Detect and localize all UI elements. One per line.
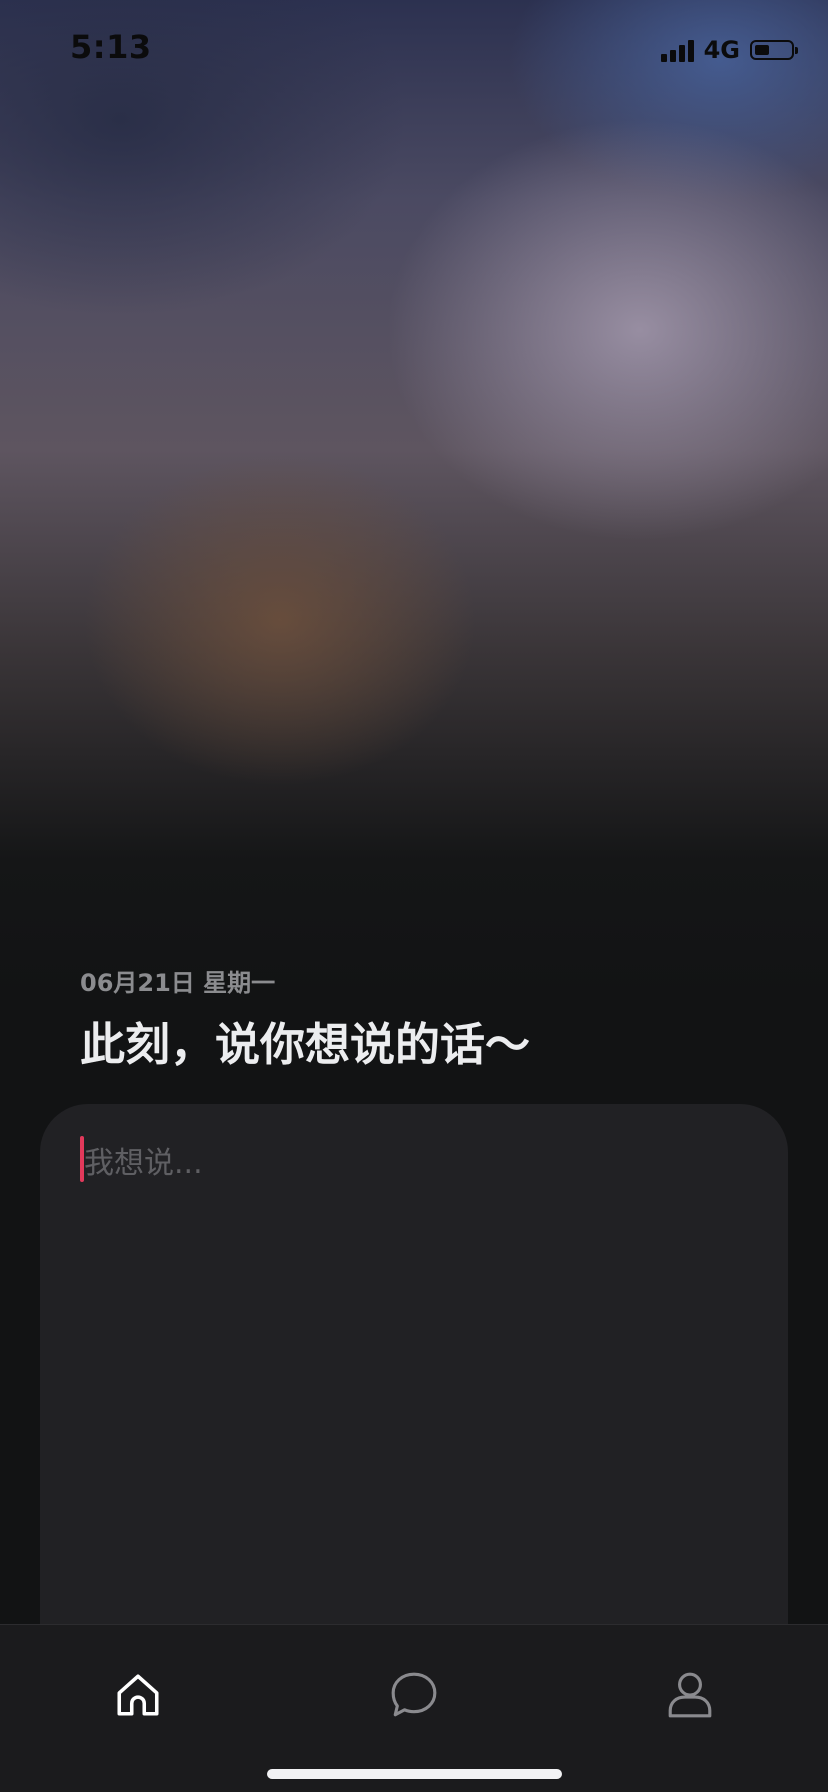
cellular-signal-icon: [660, 38, 694, 62]
compose-input[interactable]: [84, 1138, 744, 1188]
status-indicators: 4G: [660, 36, 798, 64]
app-screen: 5:13 4G 06月21日 星期一 此刻，说你想说的话～: [0, 0, 828, 1792]
status-bar: 5:13 4G: [0, 0, 828, 100]
tab-profile[interactable]: [642, 1647, 738, 1743]
status-time: 5:13: [70, 28, 152, 66]
tab-home[interactable]: [90, 1647, 186, 1743]
home-indicator[interactable]: [267, 1769, 562, 1779]
page-headline: 此刻，说你想说的话～: [80, 1018, 531, 1071]
chat-bubble-icon: [391, 1672, 437, 1717]
battery-icon: [750, 40, 798, 60]
tab-messages[interactable]: [366, 1647, 462, 1743]
battery-level: [755, 45, 769, 55]
blurred-background-image: [0, 0, 828, 1000]
date-label: 06月21日 星期一: [80, 969, 276, 997]
home-icon: [117, 1674, 159, 1716]
user-icon: [668, 1672, 712, 1718]
network-type: 4G: [703, 36, 740, 64]
tab-bar: [0, 1624, 828, 1792]
